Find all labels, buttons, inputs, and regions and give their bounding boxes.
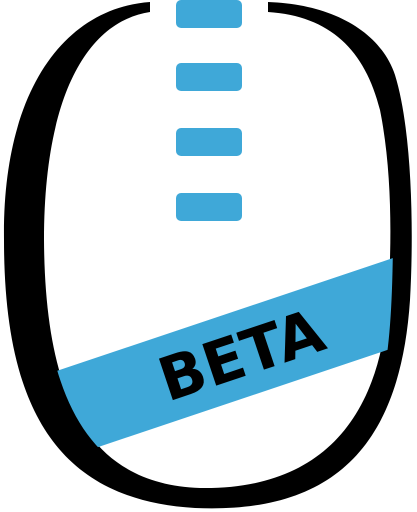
scroll-wheel-dash-icon	[176, 0, 242, 221]
beta-mouse-logo: BETA	[3, 0, 412, 509]
scroll-dash-4	[176, 193, 242, 221]
scroll-dash-3	[176, 128, 242, 156]
scroll-dash-2	[176, 63, 242, 91]
scroll-dash-1	[176, 0, 242, 28]
